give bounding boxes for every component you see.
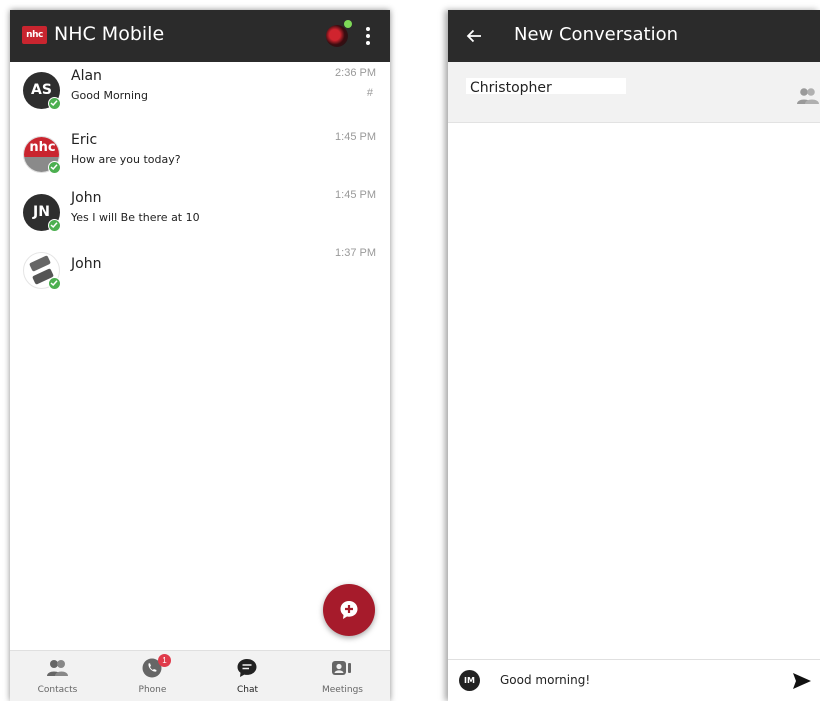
chat-list-screen: nhc NHC Mobile AS Alan Good Morning 2:36…: [10, 10, 390, 701]
online-check-icon: [48, 277, 61, 290]
contacts-icon: [47, 660, 68, 676]
nhc-logo: nhc: [22, 26, 47, 44]
chat-preview: Yes I will Be there at 10: [71, 211, 200, 224]
chat-time: 2:36 PM: [335, 67, 376, 79]
tab-label: Meetings: [322, 685, 363, 695]
chat-time: 1:37 PM: [335, 247, 376, 259]
online-check-icon: [48, 161, 61, 174]
kebab-vertical-icon[interactable]: [365, 27, 371, 45]
messages-area: [448, 123, 820, 659]
chat-time: 1:45 PM: [335, 189, 376, 201]
tab-label: Phone: [138, 685, 167, 695]
video-camera-icon: [332, 661, 351, 675]
app-header: New Conversation: [448, 10, 820, 62]
app-title: NHC Mobile: [54, 23, 165, 45]
new-conversation-screen: New Conversation Christopher IM Good mor…: [448, 10, 820, 701]
compose-bar: IM Good morning!: [448, 659, 820, 701]
message-input[interactable]: Good morning!: [500, 673, 760, 689]
online-check-icon: [48, 97, 61, 110]
chat-icon: [237, 659, 257, 677]
missed-calls-badge: 1: [158, 654, 171, 667]
page: nhc NHC Mobile AS Alan Good Morning 2:36…: [0, 0, 820, 701]
recipient-bar: Christopher: [448, 62, 820, 123]
chat-item-alan[interactable]: AS Alan Good Morning 2:36 PM #: [10, 62, 390, 120]
presence-indicator: [344, 20, 352, 28]
tab-chat[interactable]: Chat: [200, 651, 295, 701]
nhc-logo: nhc: [24, 137, 59, 157]
online-check-icon: [48, 219, 61, 232]
chat-item-john[interactable]: JN John Yes I will Be there at 10 1:45 P…: [10, 184, 390, 242]
chat-name: John: [71, 256, 102, 272]
tab-meetings[interactable]: Meetings: [295, 651, 390, 701]
tab-phone[interactable]: 1 Phone: [105, 651, 200, 701]
chat-time: 1:45 PM: [335, 131, 376, 143]
tab-label: Chat: [236, 685, 259, 695]
chat-name: Eric: [71, 132, 98, 148]
bottom-nav: Contacts 1 Phone Chat Meetings: [10, 650, 390, 701]
chat-preview: Good Morning: [71, 89, 148, 102]
recipient-input[interactable]: Christopher: [470, 80, 552, 96]
user-avatar[interactable]: [326, 25, 348, 47]
chat-list: AS Alan Good Morning 2:36 PM # nhc Eric: [10, 62, 390, 650]
chat-channel-marker: #: [366, 87, 373, 99]
chat-name: Alan: [71, 68, 102, 84]
back-arrow-icon[interactable]: [465, 27, 483, 45]
send-icon[interactable]: [792, 672, 812, 690]
new-chat-plus-icon: [340, 601, 358, 619]
page-title: New Conversation: [514, 24, 678, 45]
sender-avatar: IM: [459, 670, 480, 691]
chat-item-eric[interactable]: nhc Eric How are you today? 1:45 PM: [10, 126, 390, 184]
new-chat-button[interactable]: [323, 584, 375, 636]
chat-name: John: [71, 190, 102, 206]
app-header: nhc NHC Mobile: [10, 10, 390, 62]
chat-item-john-2[interactable]: John 1:37 PM: [10, 242, 390, 300]
chat-preview: How are you today?: [71, 153, 181, 166]
group-icon[interactable]: [796, 87, 820, 105]
tab-contacts[interactable]: Contacts: [10, 651, 105, 701]
tab-label: Contacts: [37, 685, 78, 695]
